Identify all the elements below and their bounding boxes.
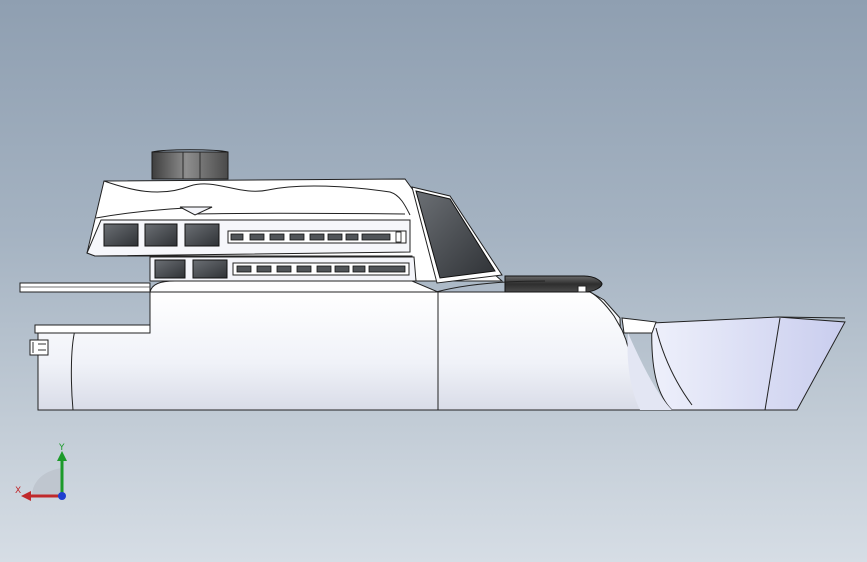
aft-sun-deck (19, 282, 151, 293)
upper-window-2 (144, 223, 178, 247)
yacht-model[interactable] (0, 0, 867, 562)
main-window-strip-panes (236, 265, 406, 273)
bow-section (651, 316, 846, 411)
upper-window-1 (103, 223, 139, 247)
triad-y-label: Y (59, 443, 65, 453)
hull-main-body (37, 291, 439, 411)
triad-x-label: X (15, 486, 22, 496)
bow-deck-lip (621, 317, 657, 334)
triad-z-axis (58, 492, 66, 500)
foredeck-pod (504, 275, 603, 293)
main-window-1 (154, 259, 186, 279)
cad-graphics-viewport[interactable]: Y X (0, 0, 867, 562)
exhaust-stack (151, 151, 229, 180)
bow-cleat (577, 285, 587, 293)
coordinate-triad: Y X (14, 440, 76, 510)
aft-platform (34, 324, 151, 334)
main-window-2 (192, 259, 228, 279)
triad-x-arrow (21, 491, 31, 501)
triad-plane-shade (32, 468, 62, 496)
upper-window-3 (184, 223, 220, 247)
